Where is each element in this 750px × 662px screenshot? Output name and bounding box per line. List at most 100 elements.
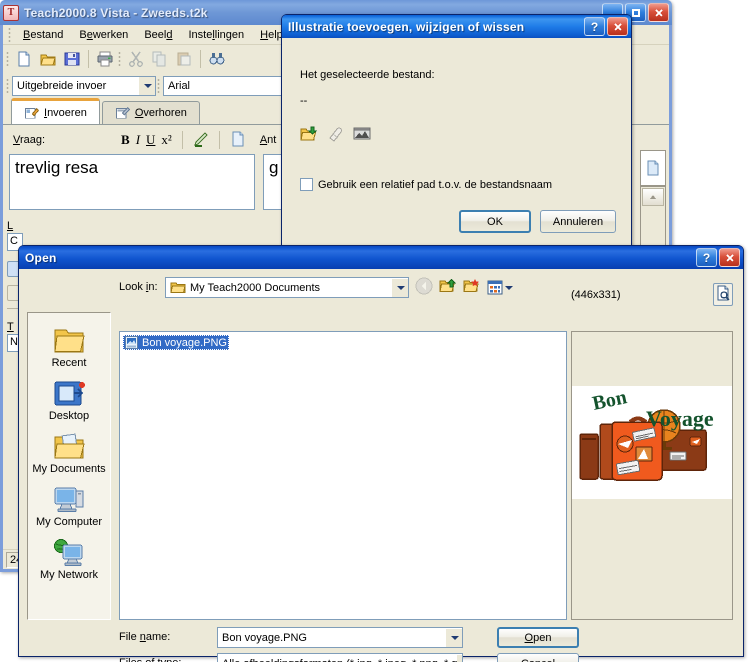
- preview-dimensions: (446x331): [571, 288, 621, 301]
- left-field-label-2: T: [7, 321, 14, 333]
- scan-image-icon[interactable]: [353, 126, 371, 145]
- combo-gripper-2[interactable]: [157, 78, 160, 94]
- superscript-button[interactable]: x²: [161, 132, 171, 148]
- place-my-computer[interactable]: My Computer: [28, 482, 110, 531]
- file-listbox[interactable]: Bon voyage.PNG: [119, 331, 567, 620]
- open-folder-icon[interactable]: [36, 48, 60, 70]
- look-in-combo[interactable]: My Teach2000 Documents: [165, 277, 409, 298]
- close-button[interactable]: [648, 3, 669, 22]
- open-folder-icon[interactable]: [300, 126, 318, 145]
- tab-overhoren[interactable]: Overhoren: [101, 101, 200, 124]
- place-my-network[interactable]: My Network: [28, 535, 110, 584]
- place-my-network-label: My Network: [39, 569, 99, 581]
- new-document-icon[interactable]: [12, 48, 36, 70]
- font-combo-value: Arial: [168, 80, 191, 92]
- places-bar: Recent Desktop My Documents My Computer …: [27, 312, 111, 620]
- erase-icon[interactable]: [327, 126, 344, 145]
- files-of-type-chevron-down-icon[interactable]: [457, 654, 462, 662]
- place-recent-label: Recent: [51, 357, 87, 369]
- toolbar-gripper-1[interactable]: [6, 51, 9, 67]
- menu-bestand[interactable]: BBestandestand: [16, 27, 70, 43]
- cancel-button-open[interactable]: Cancel: [497, 653, 579, 662]
- help-button[interactable]: ?: [584, 17, 605, 36]
- save-disk-icon[interactable]: [60, 48, 84, 70]
- back-arrow-icon[interactable]: [415, 277, 433, 298]
- menubar-gripper[interactable]: [8, 26, 11, 43]
- my-computer-icon: [54, 487, 84, 512]
- desktop-icon: [54, 381, 85, 406]
- toolbar-separator-1: [88, 50, 89, 68]
- find-binoculars-icon[interactable]: [205, 48, 229, 70]
- bon-voyage-clipart: Bon Voyage: [579, 386, 714, 481]
- look-in-value: My Teach2000 Documents: [190, 281, 321, 294]
- file-name-chevron-down-icon[interactable]: [446, 628, 462, 647]
- folder-icon: [170, 282, 186, 294]
- tab-invoeren[interactable]: Invoeren: [11, 98, 100, 124]
- print-icon[interactable]: [93, 48, 117, 70]
- cancel-button-illustration[interactable]: Annuleren: [540, 210, 616, 233]
- close-icon[interactable]: [607, 17, 628, 36]
- open-dialog-titlebar[interactable]: Open ?: [19, 246, 743, 269]
- illustration-dialog-buttons: ?: [584, 17, 628, 36]
- look-in-chevron-down-icon[interactable]: [392, 278, 408, 297]
- views-dropdown-icon[interactable]: [487, 280, 513, 295]
- file-name-value: Bon voyage.PNG: [222, 631, 307, 644]
- place-my-documents[interactable]: My Documents: [28, 429, 110, 478]
- open-button[interactable]: Open: [497, 627, 579, 648]
- my-network-icon: [54, 539, 83, 566]
- open-dialog-title: Open: [25, 250, 57, 265]
- place-recent[interactable]: Recent: [28, 323, 110, 372]
- pen-highlight-icon[interactable]: [193, 131, 209, 150]
- place-desktop[interactable]: Desktop: [28, 376, 110, 425]
- list-item[interactable]: Bon voyage.PNG: [123, 335, 229, 350]
- paste-icon[interactable]: [172, 48, 196, 70]
- preview-toggle-icon[interactable]: [713, 283, 733, 306]
- right-scrollbar[interactable]: [640, 186, 666, 246]
- bold-button[interactable]: B: [121, 132, 130, 148]
- italic-button[interactable]: I: [136, 132, 140, 148]
- question-input[interactable]: trevlig resa: [9, 154, 255, 210]
- menu-bewerken[interactable]: Bewerken: [72, 27, 135, 43]
- illustration-action-icons: [300, 126, 371, 145]
- relative-path-label: Gebruik een relatief pad t.o.v. de besta…: [318, 178, 552, 191]
- clipart-word-voyage: Voyage: [646, 406, 714, 431]
- page-icon-2: [647, 160, 659, 176]
- image-file-icon: [125, 336, 138, 349]
- page-icon[interactable]: [230, 131, 246, 150]
- menu-beeld[interactable]: Beeld: [137, 27, 179, 43]
- illustration-dialog-body: Het geselecteerde bestand: -- Gebruik ee…: [282, 38, 631, 251]
- underline-button[interactable]: U: [146, 132, 155, 148]
- files-of-type-combo[interactable]: Alle afbeeldingsformaten (*.jpg, *.jpeg,…: [217, 653, 463, 662]
- place-my-computer-label: My Computer: [35, 516, 103, 528]
- help-button-open[interactable]: ?: [696, 248, 717, 267]
- new-folder-icon[interactable]: [463, 278, 481, 297]
- checkbox-box[interactable]: [300, 178, 313, 191]
- list-item-label: Bon voyage.PNG: [142, 336, 227, 349]
- preview-header: (446x331): [571, 283, 733, 306]
- answer-label: Ant: [259, 134, 277, 146]
- cancel-button-label: Annuleren: [552, 215, 604, 228]
- right-doc-panel: [640, 150, 666, 186]
- screen-root: T Teach2000.8 Vista - Zweeds.t2k BBestan…: [0, 0, 750, 662]
- combo-gripper-1[interactable]: [6, 78, 9, 94]
- selected-file-value: --: [300, 95, 308, 107]
- relative-path-checkbox[interactable]: Gebruik een relatief pad t.o.v. de besta…: [300, 178, 552, 191]
- edit-note-icon: [24, 107, 39, 119]
- cut-icon[interactable]: [124, 48, 148, 70]
- chevron-down-icon[interactable]: [139, 77, 155, 95]
- menu-instellingen[interactable]: Instellingen: [181, 27, 251, 43]
- toolbar-gripper-2[interactable]: [118, 51, 121, 67]
- close-icon-open[interactable]: [719, 248, 740, 267]
- up-one-level-icon[interactable]: [439, 278, 457, 297]
- ok-button-label: OK: [487, 215, 503, 228]
- file-name-combo[interactable]: Bon voyage.PNG: [217, 627, 463, 648]
- mode-combo[interactable]: Uitgebreide invoer: [12, 76, 156, 96]
- clipart-word-bon: Bon: [590, 386, 628, 415]
- format-separator-2: [218, 131, 220, 149]
- ok-button[interactable]: OK: [459, 210, 531, 233]
- open-dialog-buttons: ?: [696, 248, 740, 267]
- preview-pane: Bon Voyage: [571, 331, 733, 620]
- copy-icon[interactable]: [148, 48, 172, 70]
- toolbar-separator-2: [200, 50, 201, 68]
- illustration-dialog-titlebar[interactable]: Illustratie toevoegen, wijzigen of wisse…: [282, 15, 631, 38]
